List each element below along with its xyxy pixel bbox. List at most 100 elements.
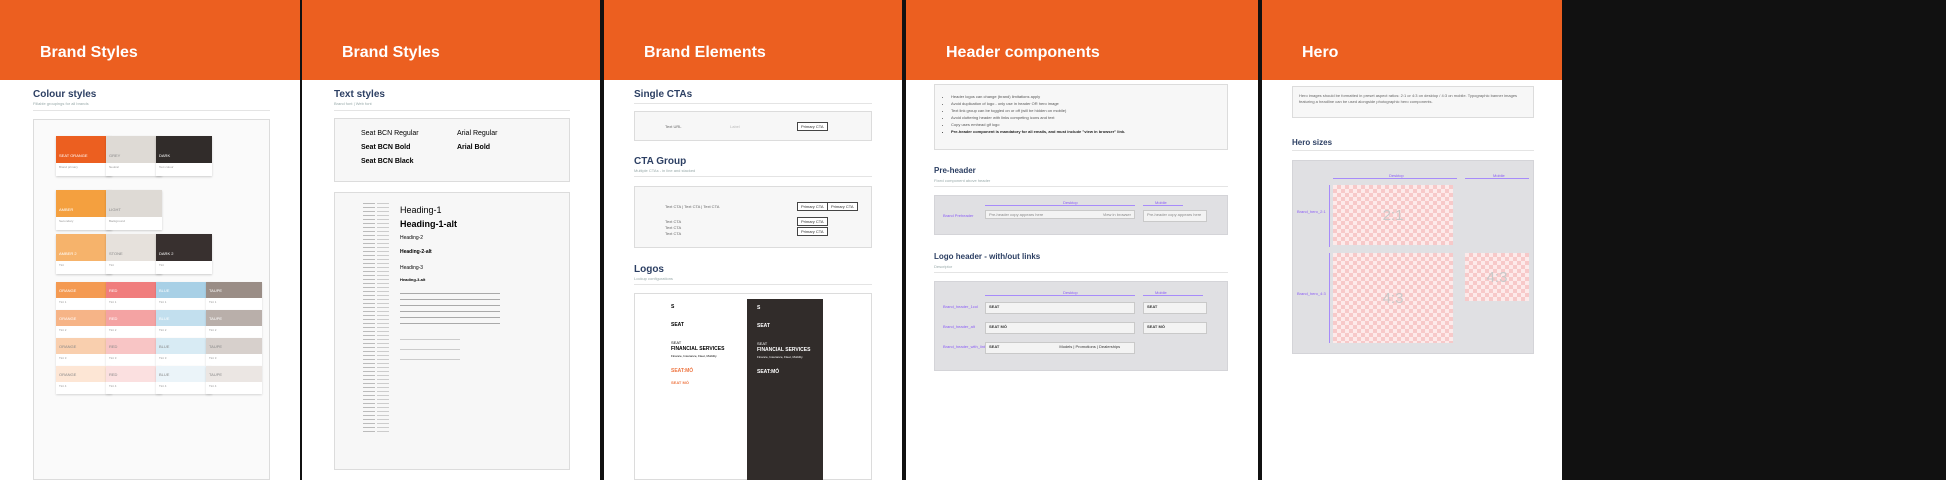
row-label: Brand Preheader <box>943 213 974 218</box>
heading-3-sample: Heading-3 <box>400 265 424 271</box>
logos-dark-panel: S SEAT SEAT FINANCIAL SERVICES Finance, … <box>747 299 823 480</box>
cta-group-panel: Text CTA | Text CTA | Text CTA Text CTA … <box>634 186 872 248</box>
board-title: Brand Styles <box>0 0 300 80</box>
preheader-copy: Pre-header copy appears here <box>989 212 1044 217</box>
swatch: LIGHT Background <box>106 190 162 230</box>
swatch-small: RED Tint 1 <box>106 282 162 310</box>
board-header-components: Header components Header logos can chang… <box>906 0 1258 480</box>
swatch-small: BLUE Tint 4 <box>156 366 212 394</box>
header-desktop-1: SEAT <box>985 302 1135 314</box>
note-item: Avoid duplication of logo - only use in … <box>951 100 1221 107</box>
section-title: Text styles <box>334 89 385 100</box>
seat-mo-logo: SEAT:MÓ <box>671 368 694 374</box>
swatch: SEAT ORANGE Brand primary <box>56 136 112 176</box>
board-brand-elements: Brand Elements Single CTAs Text URL Labe… <box>604 0 902 480</box>
swatch: STONE Tint <box>106 234 162 274</box>
divider <box>934 272 1228 273</box>
font-seat-regular: Seat BCN Regular <box>361 130 419 137</box>
divider <box>634 176 872 177</box>
section-subtitle: Multiple CTAs - in line and stacked <box>634 168 696 173</box>
preheader-mobile: Pre-header copy appears here <box>1143 210 1207 222</box>
heading-1-sample: Heading-1 <box>400 205 442 215</box>
section-hero-sizes: Hero sizes <box>1292 138 1333 147</box>
primary-cta-button[interactable]: Primary CTA <box>827 202 858 211</box>
section-single-ctas: Single CTAs <box>634 89 693 100</box>
seat-mo-small-logo: SEAT MÓ <box>671 380 689 385</box>
fin-small-white: SEAT <box>757 341 768 346</box>
divider <box>33 110 270 111</box>
row-label: Brand_hero_4:3 <box>1297 291 1326 296</box>
board-title: Brand Elements <box>604 0 902 80</box>
seat-mo-logo: SEAT MÓ <box>1147 324 1165 329</box>
row-label: Brand_header_1col <box>943 304 978 309</box>
seat-logo-white: S <box>757 305 761 311</box>
section-logo-header: Logo header - with/out links <box>934 252 1041 261</box>
width-guide <box>985 295 1135 296</box>
hero-2-1-placeholder: 2:1 <box>1333 185 1453 245</box>
swatch: DARK Text colour <box>156 136 212 176</box>
swatch-small: RED Tint 3 <box>106 338 162 366</box>
logo-header-panel: Desktop Mobile Brand_header_1col SEAT SE… <box>934 281 1228 371</box>
spec-notes <box>377 203 389 433</box>
header-links[interactable]: Models | Promotions | Dealerships <box>1059 344 1120 349</box>
heading-2-sample: Heading-2 <box>400 235 424 241</box>
divider <box>634 103 872 104</box>
primary-cta-button[interactable]: Primary CTA <box>797 227 828 236</box>
header-mobile-2: SEAT MÓ <box>1143 322 1207 334</box>
primary-cta-button[interactable]: Primary CTA <box>797 202 828 211</box>
heading-3-alt-sample: Heading-3-alt <box>400 277 426 282</box>
board-brand-styles-text: Brand Styles Text styles Brand font | We… <box>302 0 600 480</box>
divider <box>1292 150 1534 151</box>
primary-cta-button[interactable]: Primary CTA <box>797 217 828 226</box>
swatch-small: TAUPE Tint 4 <box>206 366 262 394</box>
board-hero: Hero Hero images should be formatted in … <box>1262 0 1562 480</box>
seat-logo: S <box>671 304 675 310</box>
board-brand-styles-colour: Brand Styles Colour styles Fillable grou… <box>0 0 300 480</box>
swatch: GREY Neutral <box>106 136 162 176</box>
financial-services-logo-white: FINANCIAL SERVICES <box>757 347 811 353</box>
section-preheader: Pre-header <box>934 166 976 175</box>
font-specimen-panel: Seat BCN Regular Seat BCN Bold Seat BCN … <box>334 118 570 182</box>
width-guide <box>1143 295 1203 296</box>
view-in-browser-link[interactable]: View in browser <box>1103 212 1131 217</box>
preheader-copy: Pre-header copy appears here <box>1147 212 1202 217</box>
heading-2-alt-sample: Heading-2-alt <box>400 249 432 255</box>
font-seat-bold: Seat BCN Bold <box>361 144 411 151</box>
row-label: Brand_header_with_links <box>943 344 988 349</box>
header-desktop-3: SEAT Models | Promotions | Dealerships <box>985 342 1135 354</box>
section-subtitle: Fillable groupings for all brands <box>33 101 89 106</box>
width-guide <box>985 205 1135 206</box>
preheader-panel: Desktop Mobile Brand Preheader Pre-heade… <box>934 195 1228 235</box>
width-guide <box>1465 178 1529 179</box>
fin-tagline: Finance, Insurance, Fleet, Mobility <box>671 354 717 358</box>
seat-logo: SEAT <box>989 304 1000 309</box>
divider <box>334 110 570 111</box>
divider <box>634 284 872 285</box>
font-seat-black: Seat BCN Black <box>361 158 414 165</box>
font-arial-regular: Arial Regular <box>457 130 498 137</box>
row-label: Brand_hero_2:1 <box>1297 209 1326 214</box>
swatch-small: TAUPE Tint 1 <box>206 282 262 310</box>
swatch: DARK 2 Tint <box>156 234 212 274</box>
section-subtitle: Lockup configurations <box>634 276 673 281</box>
board-partial-right <box>1566 0 1946 480</box>
swatch-small: TAUPE Tint 2 <box>206 310 262 338</box>
swatch: AMBER Secondary <box>56 190 112 230</box>
board-title: Hero <box>1262 0 1562 80</box>
swatch-small: TAUPE Tint 3 <box>206 338 262 366</box>
note-item: Header logos can change (brand) limitati… <box>951 93 1221 100</box>
financial-services-logo: FINANCIAL SERVICES <box>671 346 725 352</box>
swatch-small: ORANGE Tint 2 <box>56 310 112 338</box>
swatch-small: BLUE Tint 1 <box>156 282 212 310</box>
board-title: Brand Styles <box>302 0 600 80</box>
header-notes-panel: Header logos can change (brand) limitati… <box>934 84 1228 150</box>
swatch-small: RED Tint 4 <box>106 366 162 394</box>
logos-panel: S SEAT SEAT FINANCIAL SERVICES Finance, … <box>634 293 872 480</box>
heading-1-alt-sample: Heading-1-alt <box>400 219 458 229</box>
seat-logo-white-full: SEAT <box>757 323 770 329</box>
single-cta-panel: Text URL Label Primary CTA <box>634 111 872 141</box>
primary-cta-button[interactable]: Primary CTA <box>797 122 828 131</box>
swatch-small: RED Tint 2 <box>106 310 162 338</box>
fin-small: SEAT <box>671 340 682 345</box>
swatch-small: BLUE Tint 2 <box>156 310 212 338</box>
